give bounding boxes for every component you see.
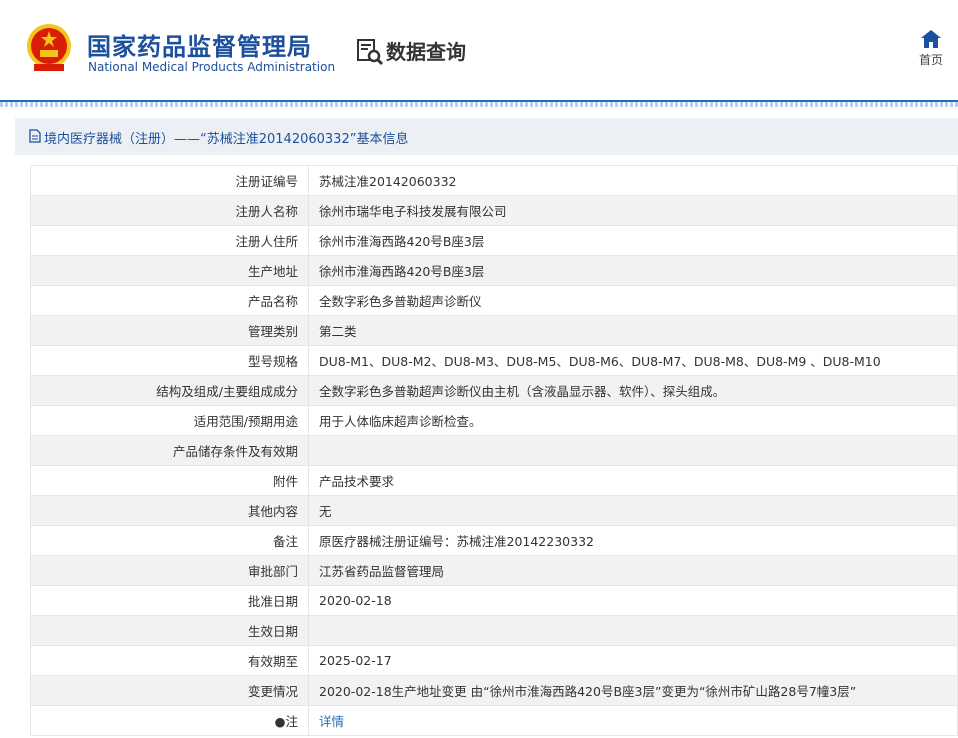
row-label: 型号规格 [30, 345, 309, 376]
row-label: 结构及组成/主要组成成分 [30, 375, 309, 406]
row-value: 2020-02-18生产地址变更 由“徐州市淮海西路420号B座3层”变更为“徐… [308, 675, 958, 706]
row-label: 备注 [30, 525, 309, 556]
row-label: 有效期至 [30, 645, 309, 676]
row-label: 变更情况 [30, 675, 309, 706]
row-value: 2025-02-17 [308, 645, 958, 676]
row-label: 产品名称 [30, 285, 309, 316]
site-header: 国家药品监督管理局 National Medical Products Admi… [0, 0, 958, 100]
table-row: 备注 原医疗器械注册证编号：苏械注准20142230332 [30, 525, 958, 556]
home-icon [921, 30, 941, 48]
table-row: 有效期至 2025-02-17 [30, 645, 958, 676]
table-row: 型号规格 DU8-M1、DU8-M2、DU8-M3、DU8-M5、DU8-M6、D… [30, 345, 958, 376]
row-value: 用于人体临床超声诊断检查。 [308, 405, 958, 436]
data-query-icon [357, 39, 384, 66]
row-label: 其他内容 [30, 495, 309, 526]
site-title: 国家药品监督管理局 [87, 33, 312, 61]
table-row: 批准日期 2020-02-18 [30, 585, 958, 616]
table-row: ●注 详情 [30, 705, 958, 736]
row-label: 适用范围/预期用途 [30, 405, 309, 436]
row-value [308, 435, 958, 466]
table-row: 附件 产品技术要求 [30, 465, 958, 496]
site-subtitle: National Medical Products Administration [88, 60, 336, 74]
row-value: 徐州市淮海西路420号B座3层 [308, 225, 958, 256]
row-value: 第二类 [308, 315, 958, 346]
row-value: 原医疗器械注册证编号：苏械注准20142230332 [308, 525, 958, 556]
table-row: 管理类别 第二类 [30, 315, 958, 346]
row-value: DU8-M1、DU8-M2、DU8-M3、DU8-M5、DU8-M6、DU8-M… [308, 345, 958, 376]
row-label: 批准日期 [30, 585, 309, 616]
table-row: 注册人住所 徐州市淮海西路420号B座3层 [30, 225, 958, 256]
document-icon [29, 129, 41, 143]
table-row: 审批部门 江苏省药品监督管理局 [30, 555, 958, 586]
row-value: 江苏省药品监督管理局 [308, 555, 958, 586]
row-value: 徐州市瑞华电子科技发展有限公司 [308, 195, 958, 226]
home-label: 首页 [918, 53, 943, 67]
row-label: 生产地址 [30, 255, 309, 286]
row-value: 产品技术要求 [308, 465, 958, 496]
details-link[interactable]: 详情 [319, 714, 344, 729]
row-label: 附件 [30, 465, 309, 496]
row-label: 产品储存条件及有效期 [30, 435, 309, 466]
table-row: 产品储存条件及有效期 [30, 435, 958, 466]
table-row: 适用范围/预期用途 用于人体临床超声诊断检查。 [30, 405, 958, 436]
row-value: 全数字彩色多普勒超声诊断仪由主机（含液晶显示器、软件）、探头组成。 [308, 375, 958, 406]
table-row: 其他内容无 [30, 495, 958, 526]
home-link[interactable]: 首页 [914, 30, 948, 68]
row-label: 生效日期 [30, 615, 309, 646]
row-label: 注册证编号 [30, 165, 309, 196]
table-row: 注册人名称 徐州市瑞华电子科技发展有限公司 [30, 195, 958, 226]
table-row: 生效日期 [30, 615, 958, 646]
row-label: 注册人名称 [30, 195, 309, 226]
data-query-title: 数据查询 [386, 40, 466, 64]
row-value: 徐州市淮海西路420号B座3层 [308, 255, 958, 286]
national-emblem-icon [27, 24, 71, 71]
table-row: 注册证编号 苏械注准20142060332 [30, 165, 958, 196]
table-row: 结构及组成/主要组成成分 全数字彩色多普勒超声诊断仪由主机（含液晶显示器、软件）、… [30, 375, 958, 406]
row-label: 管理类别 [30, 315, 309, 346]
table-row: 产品名称 全数字彩色多普勒超声诊断仪 [30, 285, 958, 316]
row-value: 无 [308, 495, 958, 526]
row-value: 全数字彩色多普勒超声诊断仪 [308, 285, 958, 316]
row-value: 苏械注准20142060332 [308, 165, 958, 196]
breadcrumb-text: 境内医疗器械（注册）——“苏械注准20142060332”基本信息 [44, 132, 409, 147]
table-row: 变更情况 2020-02-18生产地址变更 由“徐州市淮海西路420号B座3层”变… [30, 675, 958, 706]
breadcrumb: 境内医疗器械（注册）——“苏械注准20142060332”基本信息 [15, 118, 958, 155]
table-row: 生产地址 徐州市淮海西路420号B座3层 [30, 255, 958, 286]
row-value: 详情 [308, 705, 958, 736]
device-info-table: 注册证编号 苏械注准20142060332 注册人名称 徐州市瑞华电子科技发展有限公… [30, 165, 958, 736]
row-value: 2020-02-18 [308, 585, 958, 616]
row-label: 审批部门 [30, 555, 309, 586]
row-value [308, 615, 958, 646]
row-label: 注册人住所 [30, 225, 309, 256]
row-label: ●注 [30, 705, 309, 736]
header-divider [0, 100, 958, 107]
